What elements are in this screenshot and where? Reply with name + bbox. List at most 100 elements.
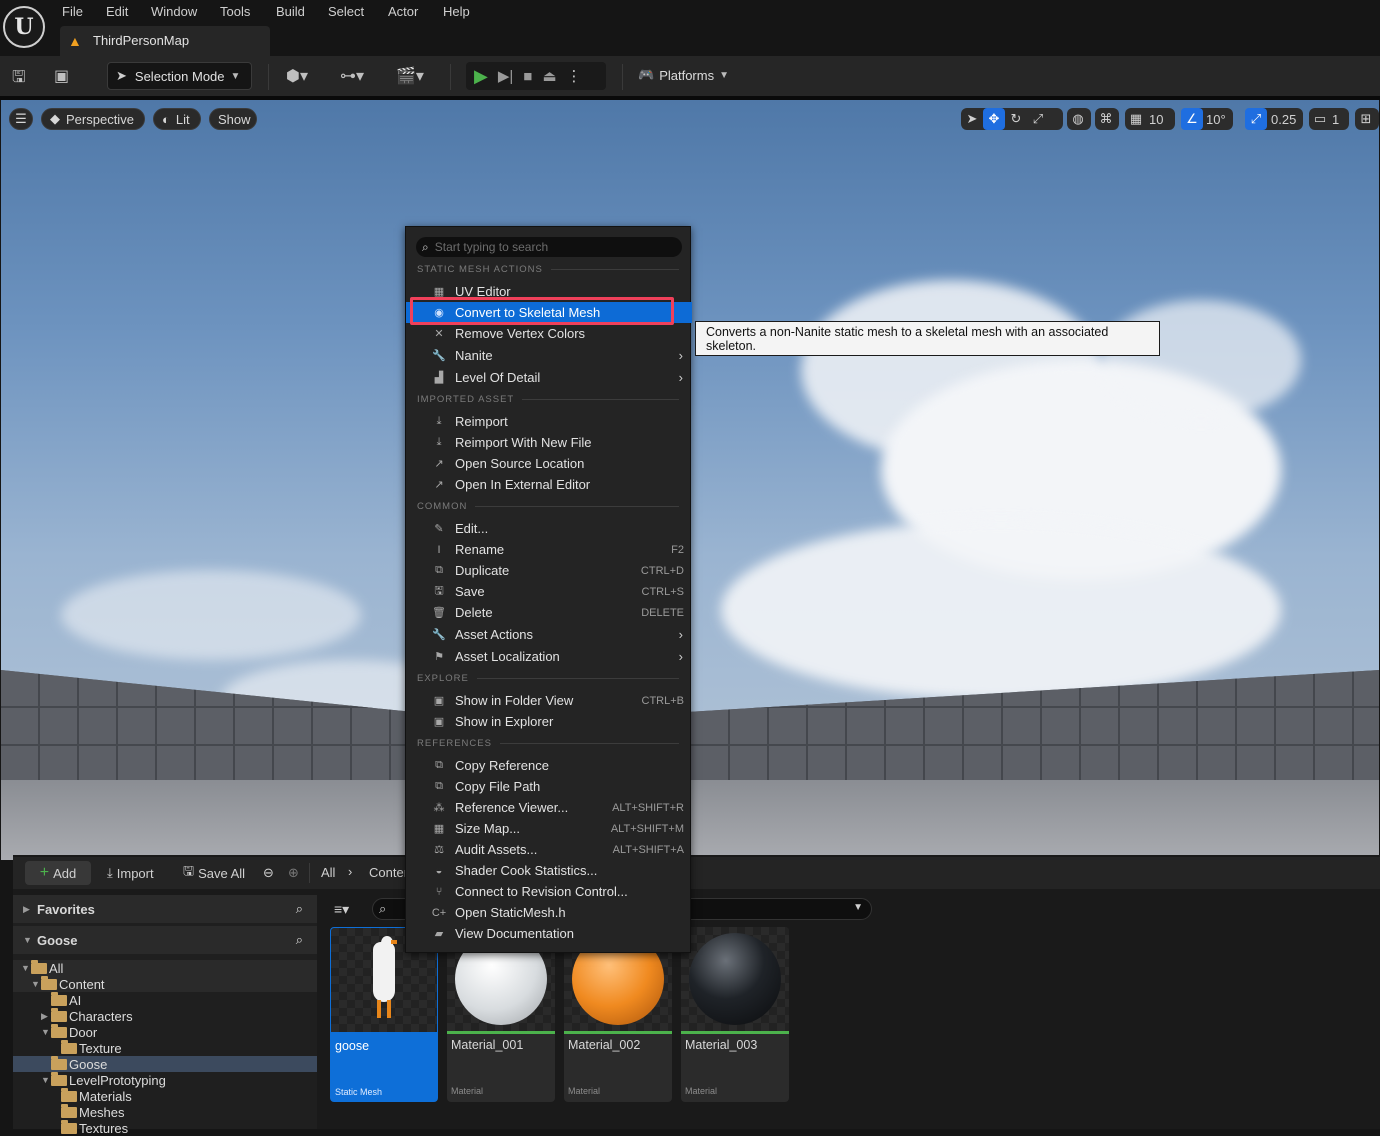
chevron-down-icon[interactable]: ▼: [853, 902, 863, 913]
camera-speed[interactable]: ▭ 1: [1309, 108, 1349, 130]
divider: [268, 64, 269, 90]
tree-item-door[interactable]: ▼ Door: [13, 1023, 317, 1040]
layout-button[interactable]: ⊞: [1355, 108, 1379, 130]
menu-select[interactable]: Select: [328, 4, 364, 19]
sources-panel: ▶ Favorites ⌕ ▼ Goose ⌕ ▼ All ▼ Content AI…: [13, 895, 317, 1136]
menu-item-edit[interactable]: ✎ Edit...: [406, 518, 692, 539]
menu-item-remove-vertex-colors[interactable]: ✕ Remove Vertex Colors: [406, 323, 692, 344]
show-button[interactable]: Show: [209, 108, 257, 130]
add-button[interactable]: + Add: [25, 861, 91, 885]
asset-tile-material-003[interactable]: Material_003 Material: [681, 927, 789, 1102]
cinematics-icon[interactable]: 🎬▾: [396, 66, 424, 86]
asset-name: Material_003: [685, 1038, 758, 1052]
menu-item-nanite[interactable]: 🔧 Nanite ›: [406, 345, 692, 366]
menu-item-label: Open In External Editor: [455, 477, 591, 492]
menu-window[interactable]: Window: [151, 4, 197, 19]
save-icon[interactable]: 🖫: [12, 66, 26, 93]
select-icon[interactable]: ➤: [961, 108, 983, 130]
menu-item-reference-viewer[interactable]: ⁂ Reference Viewer... ALT+SHIFT+R: [406, 797, 692, 818]
menu-item-show-explorer[interactable]: ▣ Show in Explorer: [406, 711, 692, 732]
menu-item-shader-cook-statistics[interactable]: ◒ Shader Cook Statistics...: [406, 860, 692, 881]
tree-item-materials[interactable]: Materials: [13, 1087, 317, 1104]
reimport-icon: ⤓: [436, 415, 442, 427]
content-browse-icon[interactable]: ▣: [54, 66, 69, 86]
blueprint-icon[interactable]: ⊶▾: [340, 66, 364, 86]
import-button[interactable]: ⤓ Import: [107, 861, 154, 885]
tab-map[interactable]: ▲ ThirdPersonMap: [60, 26, 270, 56]
move-icon[interactable]: ✥: [983, 108, 1005, 130]
asset-tile-material-002[interactable]: Material_002 Material: [564, 927, 672, 1102]
search-icon[interactable]: ⌕: [296, 901, 303, 917]
eject-icon[interactable]: ⏏: [542, 67, 556, 85]
menu-help[interactable]: Help: [443, 4, 470, 19]
scale-icon[interactable]: ⤢: [1027, 108, 1049, 130]
menu-item-open-external-editor[interactable]: ↗ Open In External Editor: [406, 474, 692, 495]
menu-item-reimport-new-file[interactable]: ⤓ Reimport With New File: [406, 432, 692, 453]
menu-item-save[interactable]: 🖫 Save CTRL+S: [406, 581, 692, 602]
menu-item-label: Open StaticMesh.h: [455, 905, 566, 920]
menu-item-copy-reference[interactable]: ⧉ Copy Reference: [406, 755, 692, 776]
menu-edit[interactable]: Edit: [106, 4, 128, 19]
menu-item-delete[interactable]: 🗑 Delete DELETE: [406, 602, 692, 623]
menu-file[interactable]: File: [62, 4, 83, 19]
menu-item-connect-revision-control[interactable]: ⑂ Connect to Revision Control...: [406, 881, 692, 902]
shortcut-label: F2: [671, 543, 684, 556]
grid-snap[interactable]: ▦ 10: [1125, 108, 1175, 130]
menu-item-size-map[interactable]: ▦ Size Map... ALT+SHIFT+M: [406, 818, 692, 839]
menu-actor[interactable]: Actor: [388, 4, 418, 19]
menu-item-rename[interactable]: I Rename F2: [406, 539, 692, 560]
search-icon[interactable]: ⌕: [296, 932, 303, 948]
forward-icon[interactable]: ⊕: [288, 865, 299, 881]
tree-item-meshes[interactable]: Meshes: [13, 1103, 317, 1120]
menu-item-asset-actions[interactable]: 🔧 Asset Actions ›: [406, 624, 692, 645]
play-icon[interactable]: ▶: [474, 66, 488, 87]
shortcut-label: ALT+SHIFT+M: [610, 822, 684, 835]
breadcrumb-content[interactable]: Conter: [369, 865, 408, 880]
cloud: [1101, 300, 1301, 420]
surface-snap-toggle[interactable]: ⌘: [1095, 108, 1119, 130]
menu-search-input[interactable]: ⌕ Start typing to search: [416, 237, 682, 257]
asset-tile-material-001[interactable]: Material_001 Material: [447, 927, 555, 1102]
breadcrumb-all[interactable]: All: [321, 865, 335, 880]
tree-item-characters[interactable]: ▶ Characters: [13, 1007, 317, 1024]
menu-item-open-header[interactable]: C+ Open StaticMesh.h: [406, 902, 692, 923]
lit-button[interactable]: ◐ Lit: [153, 108, 201, 130]
menu-tools[interactable]: Tools: [220, 4, 250, 19]
tree-item-textures[interactable]: Textures: [13, 1119, 317, 1136]
save-all-button[interactable]: 🖫 Save All: [183, 861, 245, 885]
stop-icon[interactable]: ■: [523, 68, 532, 85]
add-actor-icon[interactable]: ⬢▾: [286, 66, 308, 86]
tree-item-all[interactable]: ▼ All: [13, 959, 317, 976]
rotation-snap[interactable]: ∠ 10°: [1181, 108, 1233, 130]
back-icon[interactable]: ⊖: [263, 865, 274, 881]
menu-item-copy-file-path[interactable]: ⧉ Copy File Path: [406, 776, 692, 797]
tree-item-goose[interactable]: Goose: [13, 1055, 317, 1072]
world-local-toggle[interactable]: ◍: [1067, 108, 1091, 130]
tree-item-texture[interactable]: Texture: [13, 1039, 317, 1056]
menu-item-duplicate[interactable]: ⧉ Duplicate CTRL+D: [406, 560, 692, 581]
tree-item-content[interactable]: ▼ Content: [13, 975, 317, 992]
menu-item-audit-assets[interactable]: ⚖ Audit Assets... ALT+SHIFT+A: [406, 839, 692, 860]
platforms-dropdown[interactable]: 🎮 Platforms ▼: [638, 67, 729, 83]
unreal-logo-icon[interactable]: U: [3, 6, 45, 48]
asset-tile-goose[interactable]: goose Static Mesh: [330, 927, 438, 1102]
viewport-menu-button[interactable]: ☰: [9, 108, 33, 130]
tree-item-levelprototyping[interactable]: ▼ LevelPrototyping: [13, 1071, 317, 1088]
step-icon[interactable]: ▶|: [498, 67, 513, 85]
more-options-icon[interactable]: ⋮: [567, 67, 582, 85]
rotate-icon[interactable]: ↻: [1005, 108, 1027, 130]
selection-mode-dropdown[interactable]: ➤ Selection Mode ▼: [107, 62, 252, 90]
menu-build[interactable]: Build: [276, 4, 305, 19]
menu-item-open-source-location[interactable]: ↗ Open Source Location: [406, 453, 692, 474]
filter-icon[interactable]: ≡▾: [334, 901, 349, 918]
menu-item-show-folder-view[interactable]: ▣ Show in Folder View CTRL+B: [406, 690, 692, 711]
perspective-button[interactable]: ◆ Perspective: [41, 108, 145, 130]
menu-item-reimport[interactable]: ⤓ Reimport: [406, 411, 692, 432]
tree-item-ai[interactable]: AI: [13, 991, 317, 1008]
project-header[interactable]: ▼ Goose ⌕: [13, 926, 317, 954]
favorites-header[interactable]: ▶ Favorites ⌕: [13, 895, 317, 923]
menu-item-view-documentation[interactable]: ▰ View Documentation: [406, 923, 692, 944]
scale-snap[interactable]: ⤢ 0.25: [1245, 108, 1303, 130]
menu-item-asset-localization[interactable]: ⚑ Asset Localization ›: [406, 646, 692, 667]
menu-item-level-of-detail[interactable]: ▟ Level Of Detail ›: [406, 367, 692, 388]
